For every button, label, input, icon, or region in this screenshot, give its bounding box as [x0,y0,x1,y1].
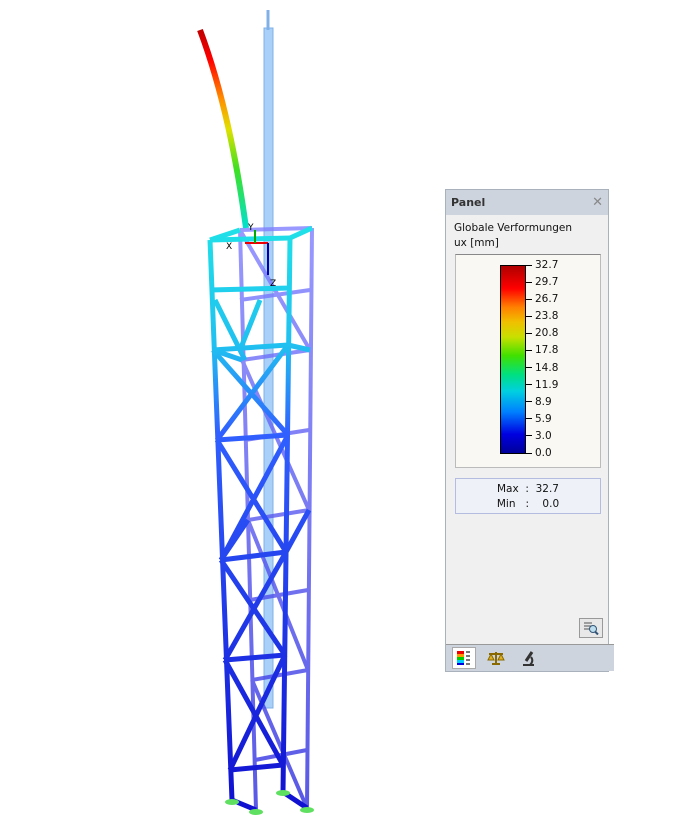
panel-titlebar: Panel ✕ [446,190,608,215]
axis-y-label: Y [247,223,254,233]
zoom-legend-button[interactable] [579,618,603,638]
min-label: Min [496,498,516,510]
tab-microscope[interactable] [516,647,540,669]
scale-tick-label: 8.9 [526,396,552,408]
tab-balance[interactable] [484,647,508,669]
scale-tick-label: 5.9 [526,413,552,425]
axis-x-label: X [226,242,232,252]
results-panel: Panel ✕ Globale Verformungen ux [mm] 32.… [445,189,614,672]
scale-tick-label: 29.7 [526,276,558,288]
balance-icon [487,652,505,665]
result-unit: ux [mm] [454,237,499,249]
axis-z-label: Z [270,279,276,289]
max-label: Max [497,483,519,495]
max-value: 32.7 [535,483,559,495]
panel-title: Panel [451,196,486,209]
color-scale-icon [457,651,470,665]
min-value: 0.0 [542,498,560,510]
deformed-antenna [197,28,249,229]
color-legend: 32.7 29.7 26.7 23.8 20.8 17.8 14.8 11.9 8.9 5.9 3.… [455,254,601,468]
color-scale-bar [500,265,526,454]
microscope-icon [523,651,534,666]
scale-tick-label: 11.9 [526,379,558,391]
scale-tick-label: 14.8 [526,362,558,374]
scale-tick-label: 26.7 [526,293,558,305]
scale-tick-label: 17.8 [526,344,558,356]
max-min-box: Max : 32.7 Min : 0.0 [455,478,601,514]
tab-color-scale[interactable] [452,647,476,669]
scale-tick-label: 20.8 [526,327,558,339]
result-heading: Globale Verformungen [454,222,573,234]
panel-tabs [446,644,614,671]
magnifier-icon [584,622,599,635]
close-icon[interactable]: ✕ [592,195,603,210]
scale-tick-label: 32.7 [526,259,558,271]
scale-tick-label: 0.0 [526,447,552,459]
model-viewport[interactable]: X Y Z [0,0,440,837]
scale-tick-label: 3.0 [526,430,552,442]
scale-tick-label: 23.8 [526,310,558,322]
